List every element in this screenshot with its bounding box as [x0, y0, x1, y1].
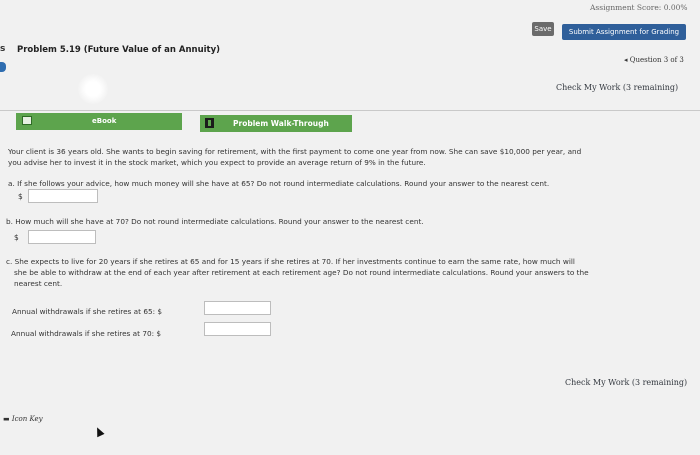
dollar-sign-b: $	[14, 233, 19, 242]
save-button[interactable]: Save	[532, 22, 554, 36]
question-c-line-1: c. She expects to live for 20 years if s…	[6, 257, 575, 266]
problem-intro: Your client is 36 years old. She wants t…	[8, 146, 698, 168]
answer-b-input[interactable]	[28, 230, 96, 244]
label-retire-65: Annual withdrawals if she retires at 65:…	[12, 307, 163, 316]
dollar-sign-a: $	[18, 192, 23, 201]
question-c: c. She expects to live for 20 years if s…	[6, 256, 700, 289]
answer-a-input[interactable]	[28, 189, 98, 203]
tab-ebook[interactable]: eBook	[16, 113, 182, 130]
collapse-arrow-icon[interactable]	[0, 62, 6, 72]
screen-glare	[78, 74, 108, 104]
question-nav[interactable]: ◂ Question 3 of 3	[624, 56, 684, 64]
tab-walkthrough-label: Problem Walk-Through	[233, 119, 329, 128]
walkthrough-icon	[205, 118, 214, 128]
intro-line-2: you advise her to invest it in the stock…	[8, 158, 426, 167]
icon-key-link[interactable]: ▬ Icon Key	[3, 415, 43, 423]
check-my-work-link[interactable]: Check My Work (3 remaining)	[556, 83, 678, 92]
divider	[0, 110, 700, 111]
question-b: b. How much will she have at 70? Do not …	[6, 217, 424, 226]
section-marker: s	[0, 44, 6, 54]
submit-assignment-button[interactable]: Submit Assignment for Grading	[562, 24, 686, 40]
label-retire-70: Annual withdrawals if she retires at 70:…	[11, 329, 162, 338]
icon-key-label: Icon Key	[11, 415, 43, 423]
answer-retire-65-input[interactable]	[204, 301, 271, 315]
question-c-line-2: she be able to withdraw at the end of ea…	[14, 268, 589, 277]
question-a: a. If she follows your advice, how much …	[8, 179, 550, 188]
answer-retire-70-input[interactable]	[204, 322, 271, 336]
ebook-icon	[22, 116, 32, 125]
check-my-work-link-bottom[interactable]: Check My Work (3 remaining)	[565, 378, 687, 387]
intro-line-1: Your client is 36 years old. She wants t…	[8, 147, 582, 156]
problem-title: Problem 5.19 (Future Value of an Annuity…	[17, 45, 221, 55]
question-c-line-3: nearest cent.	[14, 279, 63, 288]
arrow-icon: ▬	[3, 415, 12, 423]
tab-ebook-label: eBook	[92, 117, 117, 125]
tab-problem-walkthrough[interactable]: Problem Walk-Through	[200, 115, 352, 132]
assignment-score: Assignment Score: 0.00%	[590, 3, 688, 12]
mouse-cursor-icon	[93, 425, 105, 438]
